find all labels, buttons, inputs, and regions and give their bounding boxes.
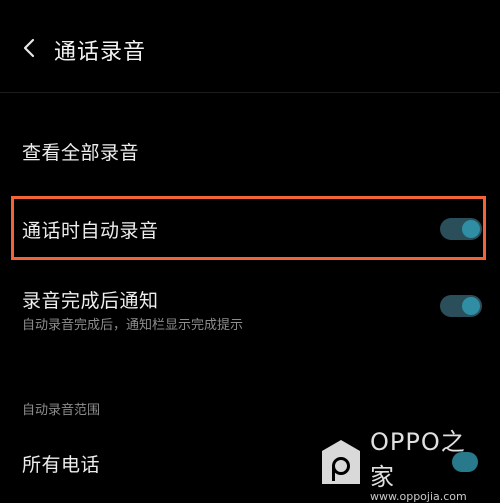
page-title: 通话录音 [54,40,147,65]
notify-toggle[interactable] [440,295,482,317]
section-header-record-range: 自动录音范围 [22,403,101,418]
chevron-left-icon [23,38,35,62]
watermark-url: www.oppojia.com [370,489,467,503]
view-all-recordings-item[interactable]: 查看全部录音 [0,120,500,180]
toggle-knob [462,297,480,315]
top-bar: 通话录音 [0,0,500,93]
view-all-recordings-label: 查看全部录音 [22,142,140,164]
oppojia-logo-icon [320,439,362,485]
notify-after-record-label: 录音完成后通知 [22,290,159,312]
watermark: OPPO之家 www.oppojia.com [320,428,490,503]
all-calls-label: 所有电话 [22,454,101,476]
notify-after-record-item[interactable]: 录音完成后通知 自动录音完成后，通知栏显示完成提示 [0,280,500,342]
notify-after-record-subtitle: 自动录音完成后，通知栏显示完成提示 [22,318,244,333]
back-button[interactable] [18,36,40,64]
watermark-brand: OPPO之家 [370,427,466,491]
highlight-box [11,196,486,260]
